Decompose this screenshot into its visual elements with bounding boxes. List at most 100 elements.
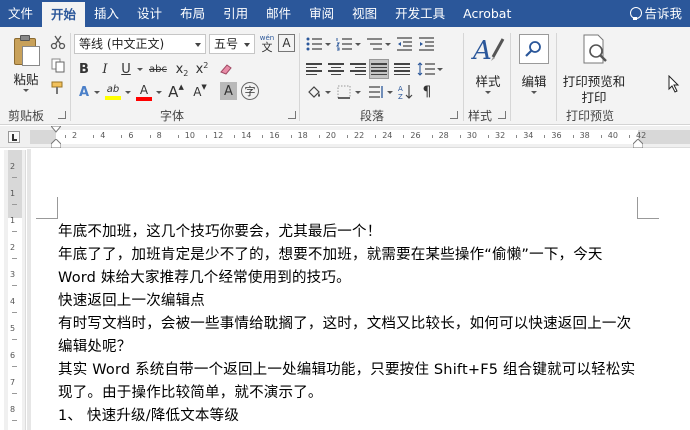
tab-design[interactable]: 设计 xyxy=(128,0,171,27)
align-left-button[interactable] xyxy=(304,59,324,79)
clear-formatting-button[interactable]: A xyxy=(278,34,295,52)
font-color-swatch xyxy=(136,96,152,101)
highlight-glyph: ab xyxy=(106,84,120,95)
chevron-down-icon[interactable] xyxy=(137,68,143,71)
document-page[interactable]: 年底不加班，这几个技巧你要会，尤其最后一个！ 年底了了，加班肯定是少不了的，想要… xyxy=(31,149,690,430)
shading-button[interactable] xyxy=(304,82,324,102)
tab-acrobat[interactable]: Acrobat xyxy=(454,0,520,27)
font-dialog-launcher-icon[interactable] xyxy=(288,111,296,119)
hanging-indent-marker-icon[interactable] xyxy=(51,139,61,148)
subscript-button[interactable]: x2 xyxy=(172,59,192,79)
tab-references[interactable]: 引用 xyxy=(214,0,257,27)
highlight-button[interactable]: ab xyxy=(103,82,123,102)
shrink-font-button[interactable]: A ▼ xyxy=(190,82,210,102)
paste-button[interactable]: 粘贴 xyxy=(4,29,48,103)
borders-button[interactable] xyxy=(334,82,354,102)
text-effects-button[interactable]: A xyxy=(74,82,94,102)
show-hide-marks-button[interactable]: ¶ xyxy=(417,82,437,102)
tab-layout[interactable]: 布局 xyxy=(171,0,214,27)
paragraph-dialog-launcher-icon[interactable] xyxy=(450,111,458,119)
ruler-tick xyxy=(262,135,264,138)
align-right-button[interactable] xyxy=(348,59,368,79)
enclose-characters-button[interactable]: 字 xyxy=(241,82,259,100)
tab-review[interactable]: 审阅 xyxy=(300,0,343,27)
borders-icon xyxy=(337,85,351,99)
first-line-indent-marker-icon[interactable] xyxy=(51,126,61,134)
doc-paragraph-intro[interactable]: 年底了了，加班肯定是少不了的，想要不加班，就需要在某些操作“偷懒”一下，今天 W… xyxy=(58,244,643,290)
ruler-number: 40 xyxy=(607,131,618,140)
vertical-ruler-number: 2 xyxy=(10,243,16,252)
superscript-digit: 2 xyxy=(203,60,209,70)
tab-insert[interactable]: 插入 xyxy=(85,0,128,27)
grow-font-button[interactable]: A ▲ xyxy=(166,82,186,102)
tab-home[interactable]: 开始 xyxy=(42,2,86,27)
multilevel-list-button[interactable] xyxy=(364,34,384,54)
editing-button[interactable]: 编辑 xyxy=(514,31,554,103)
chevron-down-icon[interactable] xyxy=(125,91,131,94)
sort-button[interactable]: AZ xyxy=(396,82,416,102)
document-area[interactable]: 年底不加班，这几个技巧你要会，尤其最后一个！ 年底了了，加班肯定是少不了的，想要… xyxy=(27,149,690,430)
superscript-button[interactable]: x2 xyxy=(192,59,212,79)
chevron-down-icon[interactable] xyxy=(325,91,331,94)
tab-developer[interactable]: 开发工具 xyxy=(386,0,454,27)
line-spacing-button[interactable] xyxy=(416,59,436,79)
ruler-number: 28 xyxy=(438,131,449,140)
decrease-indent-button[interactable] xyxy=(394,34,414,54)
tell-me-label: 告诉我 xyxy=(644,6,682,21)
chevron-down-icon xyxy=(23,89,29,92)
tell-me-box[interactable]: 告诉我 xyxy=(630,0,690,27)
chevron-down-icon[interactable] xyxy=(325,43,331,46)
chevron-down-icon[interactable] xyxy=(387,91,393,94)
doc-paragraph-heading[interactable]: 快速返回上一次编辑点 xyxy=(58,290,643,313)
paint-bucket-icon xyxy=(308,86,320,98)
chevron-down-icon[interactable] xyxy=(355,43,361,46)
numbering-button[interactable] xyxy=(334,34,354,54)
ruler-tick xyxy=(403,135,405,138)
italic-button[interactable]: I xyxy=(95,59,115,79)
bold-button[interactable]: B xyxy=(74,59,94,79)
clipboard-dialog-launcher-icon[interactable] xyxy=(58,111,66,119)
justify-button[interactable] xyxy=(369,59,389,79)
phonetic-guide-button[interactable]: wén 文 xyxy=(257,34,277,54)
underline-button[interactable]: U xyxy=(116,59,136,79)
right-indent-marker-icon[interactable] xyxy=(633,139,643,148)
horizontal-ruler[interactable]: 2 4 6 8 10 12 14 16 18 20 22 24 26 28 30 32 34 36 38 40 42 xyxy=(0,126,690,148)
copy-button[interactable] xyxy=(48,55,68,75)
chevron-down-icon[interactable] xyxy=(355,91,361,94)
doc-paragraph-body-2[interactable]: 其实 Word 系统自带一个返回上一处编辑功能，只要按住 Shift+F5 组合… xyxy=(58,359,643,405)
tab-mailings[interactable]: 邮件 xyxy=(257,0,300,27)
font-size-dropdown[interactable]: 五号 xyxy=(209,34,255,54)
styles-dialog-launcher-icon[interactable] xyxy=(498,111,506,119)
chinese-layout-button[interactable] xyxy=(366,82,386,102)
chevron-down-icon[interactable] xyxy=(94,91,100,94)
cut-button[interactable] xyxy=(48,32,68,52)
print-preview-button[interactable]: 打印预览和 打印 xyxy=(558,31,630,105)
chevron-down-icon[interactable] xyxy=(385,43,391,46)
font-name-dropdown[interactable]: 等线 (中文正文) xyxy=(74,34,206,54)
vertical-ruler[interactable]: 21123456789 xyxy=(4,150,26,430)
doc-paragraph-body-1[interactable]: 有时写文档时，会被一些事情给耽搁了，这时，文档又比较长，如何可以快速返回上一次编… xyxy=(58,313,643,359)
tab-file[interactable]: 文件 xyxy=(0,0,42,27)
tab-view[interactable]: 视图 xyxy=(343,0,386,27)
distributed-button[interactable] xyxy=(392,59,412,79)
group-divider xyxy=(556,33,557,121)
eraser-button[interactable] xyxy=(216,59,236,79)
doc-paragraph-title[interactable]: 年底不加班，这几个技巧你要会，尤其最后一个！ xyxy=(58,221,643,244)
font-color-button[interactable]: A xyxy=(134,82,154,102)
increase-indent-button[interactable] xyxy=(416,34,436,54)
format-painter-button[interactable] xyxy=(48,78,68,98)
chevron-down-icon[interactable] xyxy=(156,91,162,94)
strikethrough-button[interactable]: abc xyxy=(146,59,170,79)
char-shading-button[interactable]: A xyxy=(220,82,237,100)
styles-label: 样式 xyxy=(475,74,501,89)
ruler-number: 26 xyxy=(410,131,421,140)
styles-button[interactable]: A 样式 xyxy=(468,31,508,103)
vertical-ruler-top-margin xyxy=(8,150,22,218)
chevron-down-icon xyxy=(195,43,201,47)
ruler-number: 32 xyxy=(495,131,506,140)
bullets-button[interactable] xyxy=(304,34,324,54)
doc-paragraph-list-item[interactable]: 1、 快速升级/降低文本等级 xyxy=(58,405,643,428)
tab-stop-selector-icon[interactable] xyxy=(8,131,20,143)
chevron-down-icon[interactable] xyxy=(437,68,443,71)
align-center-button[interactable] xyxy=(326,59,346,79)
